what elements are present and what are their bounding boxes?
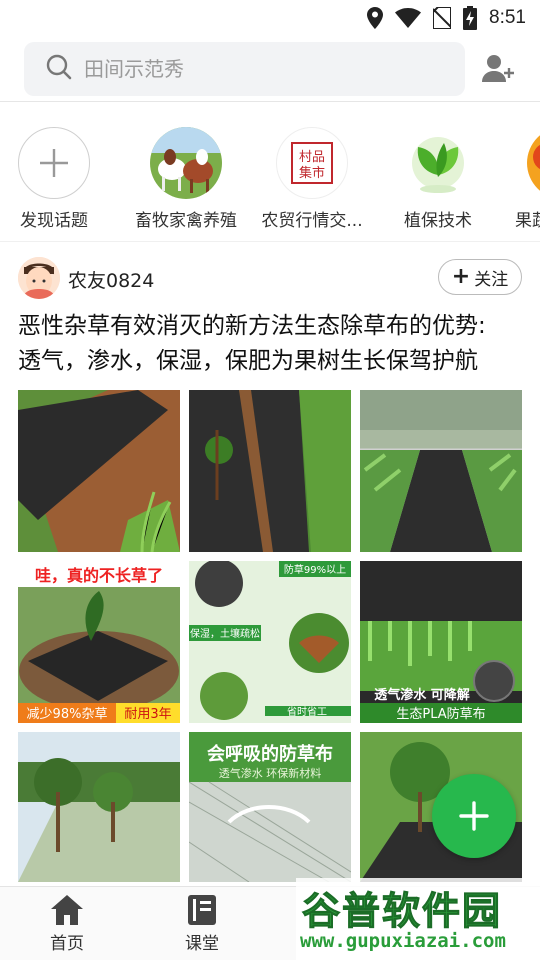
wifi-icon (395, 8, 422, 28)
create-post-button[interactable] (432, 774, 516, 858)
green-leaves-image (402, 127, 474, 199)
search-input[interactable] (84, 57, 414, 81)
topic-market[interactable]: 村品 集市 农贸行情交... (257, 127, 367, 231)
watermark-url: www.gupuxiazai.com (300, 930, 506, 952)
weed-cloth-photo-6[interactable]: 透气渗水 可降解 生态PLA防草布 (360, 561, 522, 723)
fruit-image (527, 127, 540, 199)
nav-item-home[interactable]: 首页 (22, 895, 112, 954)
location-icon (367, 7, 384, 29)
photo-caption: 透气渗水 可降解 (374, 687, 470, 703)
photo-caption-bottom-right: 耐用3年 (124, 707, 171, 722)
status-bar: 8:51 (0, 0, 540, 36)
topic-label: 植保技术 (404, 211, 472, 231)
photo-caption: 生态PLA防草布 (396, 706, 485, 722)
search-box[interactable] (24, 42, 465, 96)
avatar[interactable] (18, 257, 60, 299)
plus-icon (459, 801, 489, 831)
app-screen: 8:51 发现话题 畜牧家禽养殖 村品集市 (0, 0, 540, 960)
status-time: 8:51 (489, 7, 526, 28)
add-person-icon (482, 55, 514, 82)
market-logo-image: 村品 集市 (276, 127, 348, 199)
add-friend-button[interactable] (482, 54, 516, 84)
photo-badge: 保湿，土壤疏松 (190, 627, 260, 640)
weed-cloth-photo-4[interactable]: 哇，真的不长草了 减少98%杂草 耐用3年 (18, 561, 180, 723)
weed-cloth-photo-2[interactable] (189, 390, 351, 552)
photo-caption-top: 哇，真的不长草了 (35, 566, 163, 585)
weed-cloth-photo-3[interactable] (360, 390, 522, 552)
post-header: 农友0824 + 关注 (18, 257, 522, 299)
nav-label: 课堂 (185, 934, 219, 954)
watermark-title: 谷普软件园 (301, 889, 503, 934)
no-sim-icon (433, 7, 452, 29)
plus-icon: + (451, 264, 471, 289)
follow-label: 关注 (474, 269, 509, 290)
post-title-line: 恶性杂草有效消灭的新方法生态除草布的优势: (18, 313, 486, 339)
photo-caption-bottom-left: 减少98%杂草 (27, 707, 108, 722)
post-title-line: 透气，渗水，保湿，保肥为果树生长保驾护航 (18, 348, 478, 374)
market-logo-text-top: 村品 (299, 150, 325, 165)
search-header (0, 36, 540, 102)
topic-label: 畜牧家禽养殖 (135, 211, 237, 231)
topics-row: 发现话题 畜牧家禽养殖 村品集市 农贸行情交... 植保技术 果蔬 (0, 103, 540, 240)
watermark: 谷普软件园 www.gupuxiazai.com (296, 878, 540, 960)
topic-fruits-vegetables[interactable]: 果蔬 (509, 127, 540, 231)
topic-label: 果蔬 (515, 211, 540, 231)
weed-cloth-photo-8[interactable]: 会呼吸的防草布 透气渗水 环保新材料 (189, 732, 351, 882)
nav-item-classroom[interactable]: 课堂 (157, 895, 247, 954)
search-icon (46, 54, 72, 84)
book-icon (188, 895, 216, 925)
divider (0, 241, 540, 242)
follow-button[interactable]: + 关注 (438, 259, 522, 295)
weed-cloth-photo-1[interactable] (18, 390, 180, 552)
market-logo-text-bottom: 集市 (299, 165, 325, 181)
battery-charging-icon (463, 6, 478, 30)
plus-icon (18, 127, 90, 199)
nav-label: 首页 (50, 934, 84, 954)
post-title[interactable]: 恶性杂草有效消灭的新方法生态除草布的优势: 透气，渗水，保湿，保肥为果树生长保驾… (18, 309, 522, 379)
topic-label: 发现话题 (20, 211, 88, 231)
livestock-image (150, 127, 222, 199)
topic-label: 农贸行情交... (261, 211, 363, 231)
photo-caption: 会呼吸的防草布 (207, 743, 333, 765)
photo-caption: 透气渗水 环保新材料 (219, 766, 322, 780)
home-icon (51, 895, 83, 925)
weed-cloth-photo-7[interactable] (18, 732, 180, 882)
photo-badge: 防草99%以上 (284, 563, 346, 576)
photo-badge: 省时省工 (287, 705, 327, 718)
topic-discover[interactable]: 发现话题 (0, 127, 109, 231)
username[interactable]: 农友0824 (68, 266, 154, 293)
topic-livestock[interactable]: 畜牧家禽养殖 (131, 127, 241, 231)
weed-cloth-photo-5[interactable]: 防草99%以上 保湿，土壤疏松 省时省工 (189, 561, 351, 723)
topic-plant-protection[interactable]: 植保技术 (383, 127, 493, 231)
